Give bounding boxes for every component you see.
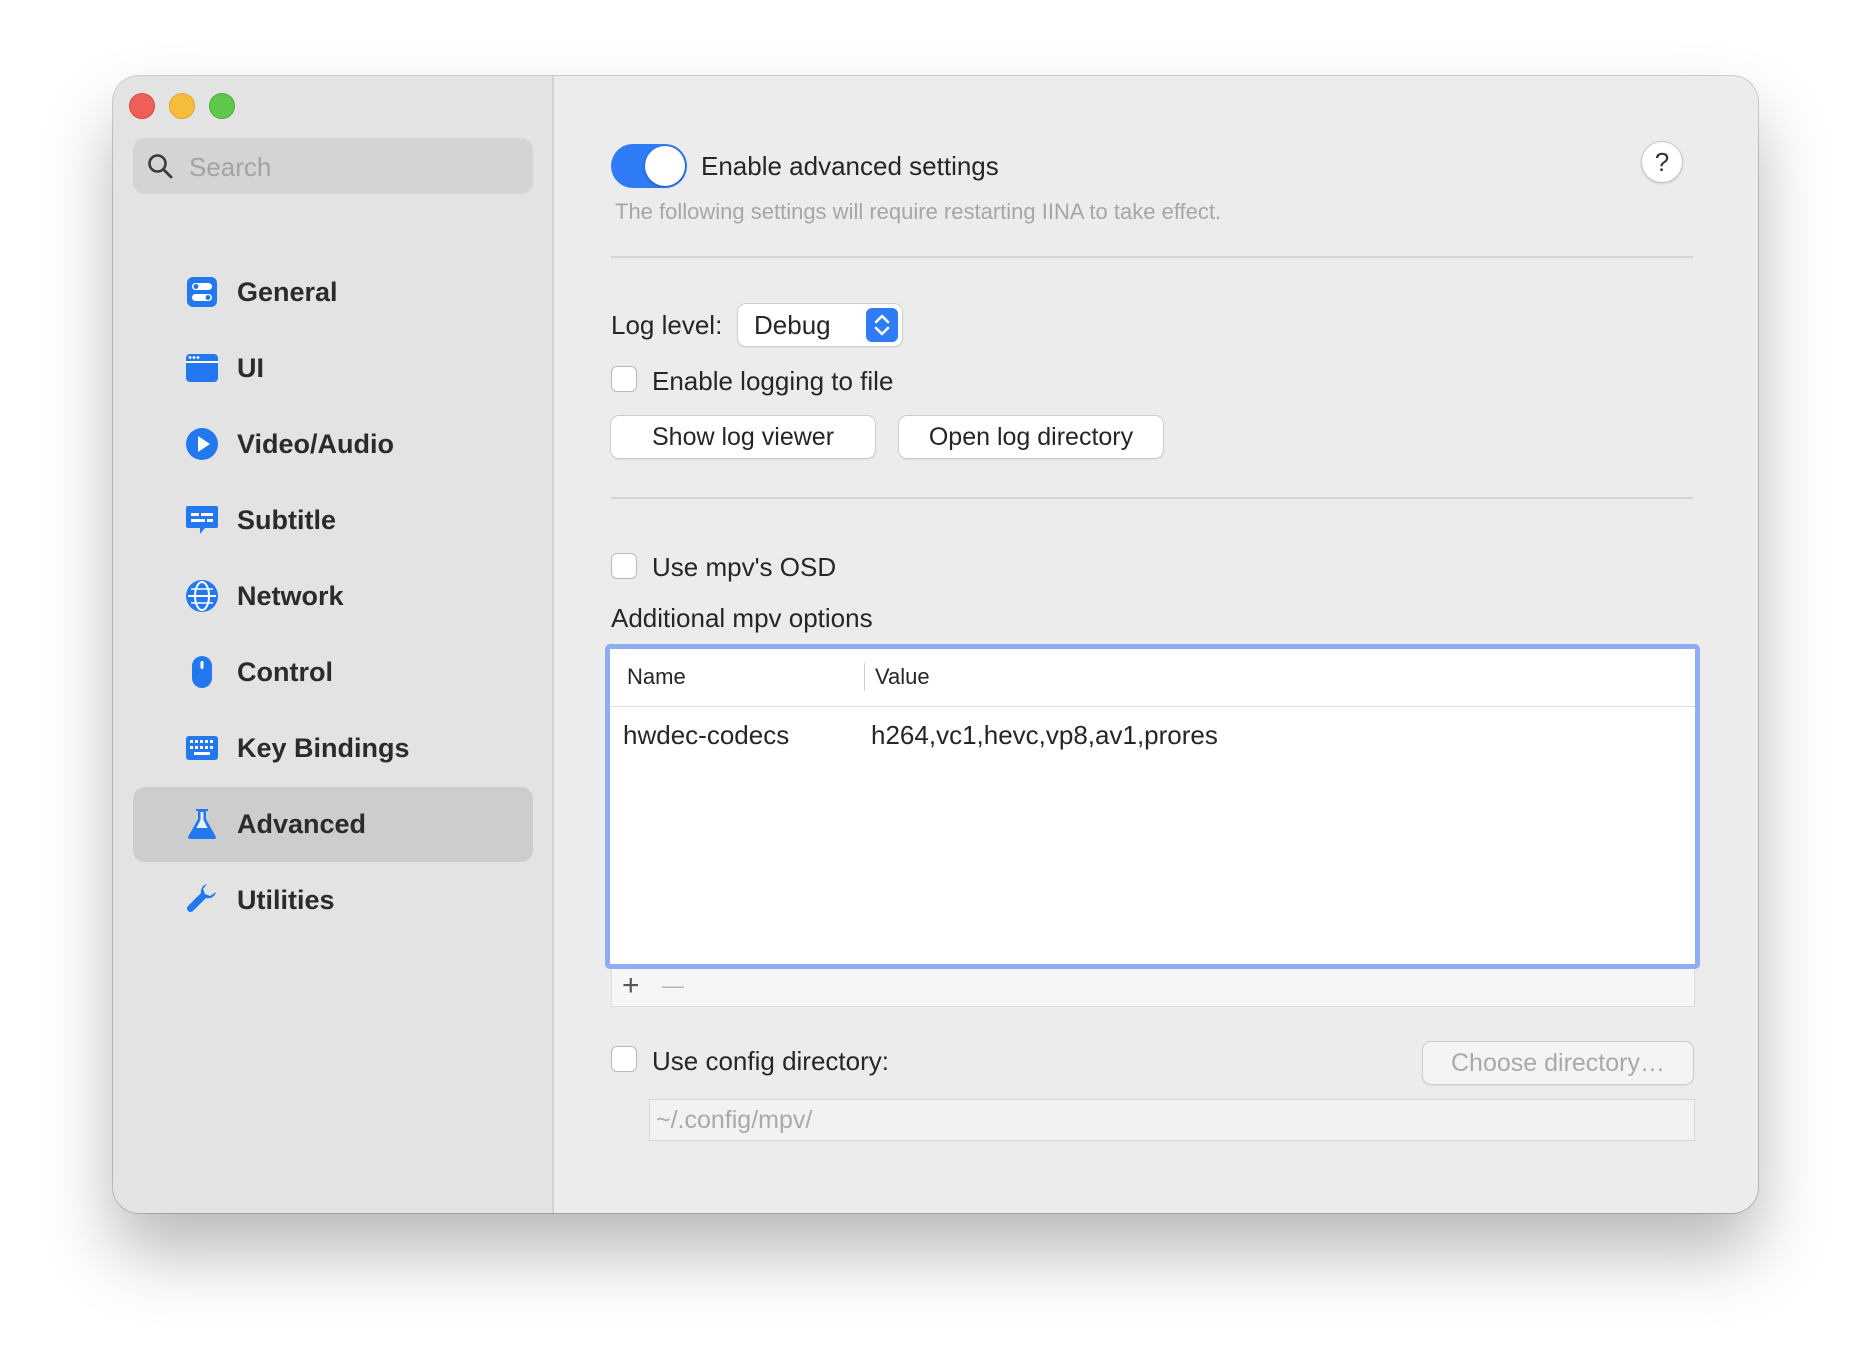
sidebar-item-general[interactable]: General — [133, 255, 533, 330]
open-log-directory-button[interactable]: Open log directory — [899, 416, 1163, 458]
sidebar-item-label: Video/Audio — [237, 429, 395, 459]
sidebar-item-video-audio[interactable]: Video/Audio — [133, 407, 533, 482]
restart-note: The following settings will require rest… — [615, 199, 1222, 224]
use-mpv-osd-label: Use mpv's OSD — [652, 552, 837, 582]
choose-directory-button[interactable]: Choose directory… — [1423, 1042, 1693, 1084]
toggles-icon — [187, 277, 217, 307]
sidebar-item-subtitle[interactable]: Subtitle — [133, 483, 533, 558]
mouse-icon — [192, 656, 212, 688]
enable-advanced-settings-toggle[interactable] — [611, 144, 687, 188]
add-option-button[interactable]: + — [622, 969, 640, 1003]
sidebar-item-label: Advanced — [237, 809, 367, 839]
mpv-options-title: Additional mpv options — [611, 603, 873, 633]
sidebar-item-advanced[interactable]: Advanced — [133, 787, 533, 862]
sidebar-item-key-bindings[interactable]: Key Bindings — [133, 711, 533, 786]
header-divider — [610, 706, 1695, 707]
sidebar-item-utilities[interactable]: Utilities — [133, 863, 533, 938]
enable-advanced-settings-label: Enable advanced settings — [701, 151, 999, 181]
sidebar-item-label: Utilities — [237, 885, 335, 915]
log-level-popup[interactable]: Debug — [738, 304, 902, 346]
sidebar-item-label: Network — [237, 581, 344, 611]
minimize-window-button[interactable] — [169, 93, 195, 119]
mpv-options-table[interactable]: Name Value hwdec-codecs h264,vc1,hevc,vp… — [605, 644, 1700, 969]
wrench-icon — [186, 884, 216, 913]
preferences-window: General UI Video/Audio Subtitle — [113, 76, 1758, 1213]
column-header-name[interactable]: Name — [627, 649, 686, 704]
use-config-directory-checkbox[interactable] — [611, 1046, 637, 1072]
sidebar-item-label: Control — [237, 657, 333, 687]
log-level-value: Debug — [754, 310, 831, 340]
sidebar-item-label: Subtitle — [237, 505, 336, 535]
keyboard-icon — [186, 736, 218, 760]
use-config-directory-label: Use config directory: — [652, 1046, 889, 1076]
play-circle-icon — [186, 428, 218, 460]
sidebar-item-label: Key Bindings — [237, 733, 410, 763]
column-divider — [864, 663, 865, 691]
option-name-cell: hwdec-codecs — [623, 720, 790, 750]
sidebar: General UI Video/Audio Subtitle — [113, 76, 554, 1213]
sidebar-item-ui[interactable]: UI — [133, 331, 533, 406]
log-level-label: Log level: — [611, 310, 723, 340]
enable-logging-label: Enable logging to file — [652, 366, 894, 396]
window-icon — [186, 354, 218, 382]
toggle-knob — [645, 146, 685, 186]
separator — [611, 497, 1693, 499]
help-button[interactable]: ? — [1641, 141, 1683, 183]
remove-option-button[interactable]: — — [662, 967, 684, 1005]
sidebar-item-label: General — [237, 277, 338, 307]
search-input[interactable] — [187, 138, 521, 196]
enable-logging-checkbox[interactable] — [611, 366, 637, 392]
flask-icon — [188, 809, 216, 839]
column-header-value[interactable]: Value — [875, 649, 930, 704]
zoom-window-button[interactable] — [209, 93, 235, 119]
globe-icon — [186, 580, 218, 612]
sidebar-item-label: UI — [237, 353, 264, 383]
show-log-viewer-button[interactable]: Show log viewer — [611, 416, 875, 458]
sidebar-item-network[interactable]: Network — [133, 559, 533, 634]
advanced-settings-pane: Enable advanced settings The following s… — [554, 76, 1758, 1213]
separator — [611, 256, 1693, 258]
option-value-cell: h264,vc1,hevc,vp8,av1,prores — [871, 720, 1218, 750]
close-window-button[interactable] — [129, 93, 155, 119]
use-mpv-osd-checkbox[interactable] — [611, 553, 637, 579]
table-toolbar: + — — [611, 969, 1695, 1007]
config-directory-path-field[interactable]: ~/.config/mpv/ — [649, 1099, 1695, 1141]
sidebar-item-control[interactable]: Control — [133, 635, 533, 710]
search-field[interactable] — [133, 138, 533, 196]
caption-bubble-icon — [186, 506, 218, 534]
search-icon — [148, 154, 173, 179]
updown-arrows-icon — [866, 308, 898, 342]
